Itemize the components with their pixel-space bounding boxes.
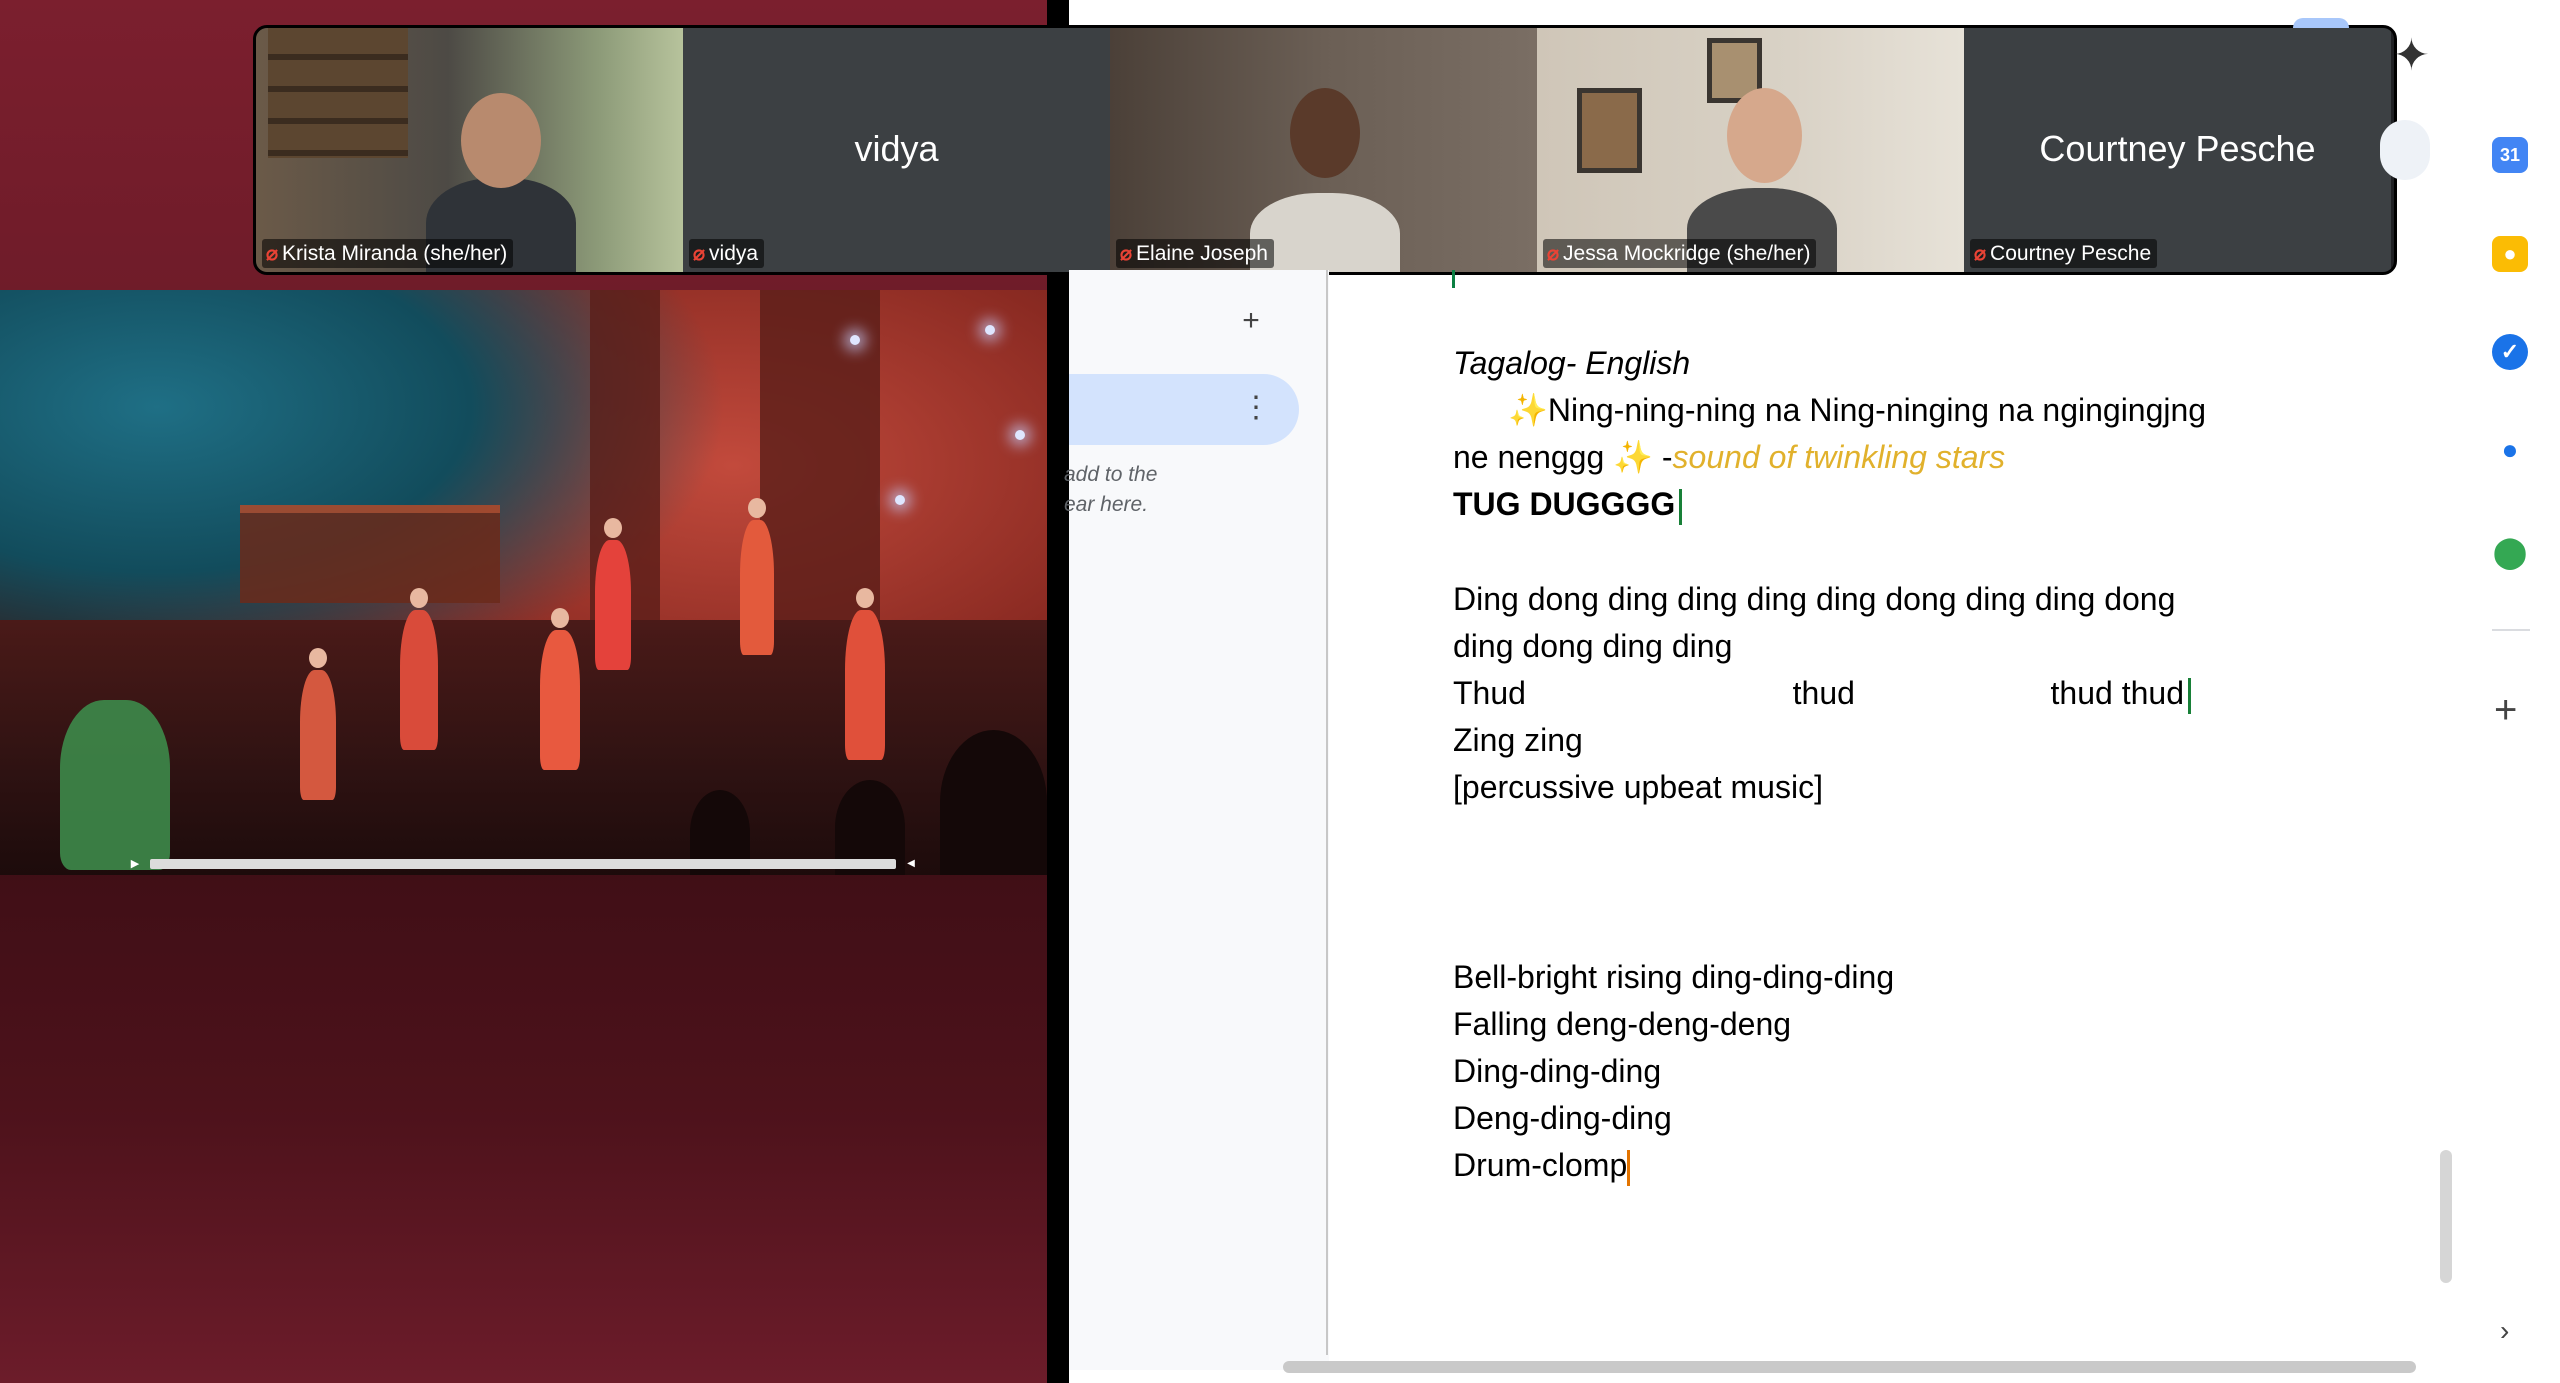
stage-light: [850, 335, 860, 345]
participant-label: ⌀ vidya: [689, 239, 765, 268]
participant-tile[interactable]: ⌀ Jessa Mockridge (she/her): [1537, 28, 1964, 272]
outline-hint: add to the ear here.: [1064, 463, 1158, 516]
participant-big-name: vidya: [854, 128, 939, 169]
chevron-right-icon[interactable]: ›: [2500, 1315, 2509, 1347]
account-avatar[interactable]: [2293, 18, 2349, 28]
collaborator-cursor: [2187, 677, 2191, 714]
collaborator-cursor: [1627, 1149, 1631, 1186]
doc-line: ✨Ning-ning-ning na Ning-ninging na nging…: [1508, 392, 2207, 428]
calendar-icon[interactable]: 31: [2492, 137, 2528, 173]
keep-icon[interactable]: ●: [2492, 236, 2528, 272]
maps-icon[interactable]: ⬤: [2492, 534, 2528, 570]
dancer: [300, 648, 336, 800]
vertical-scrollbar[interactable]: [2440, 1150, 2452, 1283]
stage-light: [985, 325, 995, 335]
gamelan-instruments: [240, 505, 500, 603]
stage-pillar: [760, 290, 880, 630]
doc-line: Ding-ding-ding: [1453, 1053, 1662, 1089]
kebab-icon[interactable]: ⋮: [1241, 393, 1271, 423]
contacts-icon[interactable]: ●: [2492, 432, 2528, 468]
bookshelf: [268, 28, 408, 158]
participant-label: ⌀ Krista Miranda (she/her): [262, 239, 514, 268]
participant-tile[interactable]: ⌀ Elaine Joseph: [1110, 28, 1537, 272]
dancer: [595, 518, 631, 670]
participant-label: ⌀ Courtney Pesche: [1970, 239, 2158, 268]
stage-light: [1015, 430, 1025, 440]
mic-off-icon: ⌀: [1547, 243, 1560, 265]
doc-line: [percussive upbeat music]: [1453, 769, 1823, 805]
tasks-icon[interactable]: ✓: [2492, 334, 2528, 370]
play-icon[interactable]: ▶: [128, 857, 142, 871]
collaborator-cursor: [1679, 488, 1683, 525]
shared-video-player[interactable]: ▶ ◀: [0, 290, 1047, 875]
side-separator: [2492, 629, 2530, 631]
mic-off-icon: ⌀: [1974, 243, 1987, 265]
doc-line: Bell-bright rising ding-ding-ding: [1453, 959, 1895, 995]
doc-line: Falling deng-deng-deng: [1453, 1006, 1792, 1042]
participant-face: [1290, 88, 1360, 178]
mic-off-icon: ⌀: [693, 243, 706, 265]
mic-off-icon: ⌀: [266, 243, 279, 265]
collaborator-cursor: [1452, 270, 1455, 288]
gemini-star-icon[interactable]: ✦: [2393, 30, 2430, 81]
dancer: [540, 608, 580, 770]
doc-line: Deng-ding-ding: [1453, 1100, 1672, 1136]
dancer: [60, 700, 170, 870]
participant-label: ⌀ Elaine Joseph: [1116, 239, 1274, 268]
doc-line: TUG DUGGGG: [1453, 481, 1683, 528]
search-pill[interactable]: [2380, 120, 2430, 180]
participant-tile[interactable]: Courtney Pesche ⌀ Courtney Pesche: [1964, 28, 2391, 272]
participants-strip: ⌀ Krista Miranda (she/her) vidya ⌀ vidya…: [253, 25, 2397, 275]
doc-line: ne nenggg ✨ -sound of twinkling stars: [1453, 439, 2006, 475]
participant-tile[interactable]: vidya ⌀ vidya: [683, 28, 1110, 272]
doc-line: Zing zing: [1453, 722, 1583, 758]
dancer: [400, 588, 438, 750]
participant-label: ⌀ Jessa Mockridge (she/her): [1543, 239, 1817, 268]
audience-head: [940, 730, 1047, 875]
video-controls: ▶ ◀: [128, 856, 918, 872]
horizontal-scrollbar[interactable]: [1283, 1361, 2416, 1373]
dancer: [845, 588, 885, 760]
plus-icon[interactable]: +: [1238, 306, 1264, 336]
participant-big-name: Courtney Pesche: [2039, 128, 2316, 169]
doc-line: Ding dong ding ding ding ding dong ding …: [1453, 581, 2176, 617]
participant-tile[interactable]: ⌀ Krista Miranda (she/her): [256, 28, 683, 272]
mic-off-icon: ⌀: [1120, 243, 1133, 265]
doc-line: ding dong ding ding: [1453, 628, 1733, 664]
dancer: [740, 498, 774, 655]
wall-frame: [1577, 88, 1642, 173]
participant-face: [1727, 88, 1802, 183]
video-seek-bar[interactable]: [150, 859, 896, 869]
volume-icon[interactable]: ◀: [904, 857, 918, 871]
stage-light: [895, 495, 905, 505]
doc-line: Thud thud thud thud: [1453, 670, 2191, 717]
doc-line: Drum-clomp: [1453, 1142, 1631, 1189]
doc-heading: Tagalog- English: [1453, 345, 1691, 381]
add-addon-icon[interactable]: +: [2494, 690, 2517, 730]
page-left-edge: [1326, 270, 1328, 1355]
participant-face: [461, 93, 541, 188]
